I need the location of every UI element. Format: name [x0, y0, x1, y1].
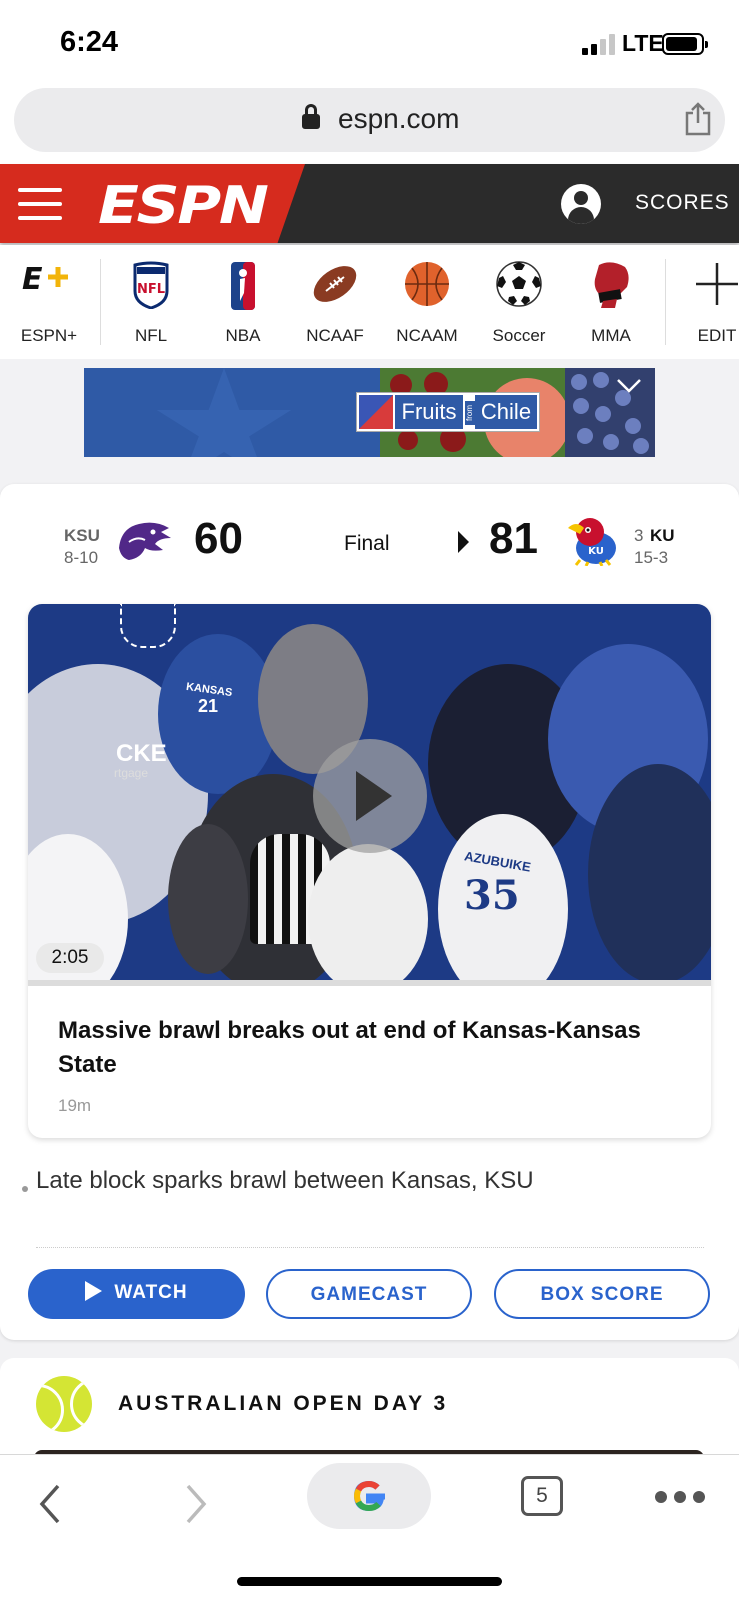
address-bar[interactable]: espn.com: [14, 88, 725, 152]
related-headline-link[interactable]: Late block sparks brawl between Kansas, …: [36, 1167, 534, 1195]
battery-icon: [662, 33, 708, 55]
back-arrow-icon[interactable]: [34, 1482, 68, 1526]
tab-switcher-button[interactable]: 5: [521, 1476, 563, 1516]
network-type: LTE: [622, 30, 664, 56]
video-thumbnail[interactable]: KANSAS 21 CKE rtgage AZUBUIKE 35 2:05: [28, 604, 711, 986]
soccer-ball-icon: [496, 261, 542, 312]
google-icon: [353, 1480, 385, 1512]
nav-label: NCAAF: [306, 326, 364, 345]
lock-icon: [302, 104, 320, 130]
game-status: Final: [344, 532, 390, 555]
espn-logo[interactable]: ESPN: [98, 176, 269, 236]
away-team-abbr[interactable]: KSU: [64, 526, 100, 546]
url-text: espn.com: [338, 103, 460, 134]
bullet-icon: [22, 1186, 28, 1192]
svg-text:NFL: NFL: [137, 282, 165, 297]
arena-banner-text: CKE: [116, 740, 167, 767]
ad-brand-left: Fruits: [395, 395, 463, 429]
nav-label: NBA: [225, 326, 261, 345]
video-duration: 2:05: [36, 943, 104, 973]
play-video-button[interactable]: [313, 739, 427, 853]
nav-label: MMA: [591, 326, 631, 345]
basketball-icon: [404, 261, 450, 312]
advertisement-banner[interactable]: Fruits from Chile: [84, 368, 655, 457]
nav-label: EDIT: [697, 326, 737, 345]
video-title[interactable]: Massive brawl breaks out at end of Kansa…: [58, 1014, 688, 1082]
ad-brand-right: Chile: [475, 395, 537, 429]
video-timestamp: 19m: [58, 1096, 92, 1115]
nav-item-nba[interactable]: NBA: [198, 245, 288, 359]
home-team-abbr[interactable]: KU: [650, 526, 675, 546]
ad-brand-mark: [359, 395, 393, 429]
mma-glove-icon: [589, 261, 633, 314]
away-team-record: 8-10: [64, 548, 99, 567]
status-bar: 6:24 LTE: [0, 0, 739, 88]
away-score: 60: [194, 514, 243, 563]
jersey-21-number: 21: [198, 696, 219, 716]
ad-brand-from: from: [465, 401, 475, 425]
football-icon: [310, 261, 360, 312]
status-time: 6:24: [60, 26, 119, 58]
chevron-down-icon[interactable]: [616, 378, 642, 394]
gamecast-button[interactable]: GAMECAST: [266, 1269, 472, 1319]
divider: [36, 1247, 704, 1248]
browser-toolbar: 5: [0, 1454, 739, 1600]
cellular-signal-icon: [582, 33, 618, 55]
video-progress-track: [28, 980, 711, 986]
ad-star-graphic: [156, 368, 292, 457]
nav-divider: [100, 259, 101, 345]
espn-header: ESPN SCORES: [0, 164, 739, 243]
arena-banner-subtext: rtgage: [114, 766, 149, 780]
nav-label: NCAAM: [396, 326, 458, 345]
jersey-35-number: 35: [464, 872, 520, 919]
nav-item-ncaam[interactable]: NCAAM: [382, 245, 472, 359]
nav-item-edit[interactable]: EDIT: [672, 245, 739, 359]
nav-item-espn-plus[interactable]: E ESPN+: [4, 245, 94, 359]
nav-item-ncaaf[interactable]: NCAAF: [290, 245, 380, 359]
hamburger-menu-icon[interactable]: [18, 188, 62, 220]
nav-item-nfl[interactable]: NFL NFL: [106, 245, 196, 359]
user-profile-icon[interactable]: [561, 184, 601, 224]
nav-label: ESPN+: [20, 326, 78, 345]
espn-plus-icon: E: [22, 261, 76, 300]
home-team-record: 15-3: [634, 548, 669, 567]
game-card: KSU 8-10 60 Final 81 KU 3 KU 15-3 KANSAS…: [0, 484, 739, 1340]
plus-icon: [694, 261, 739, 312]
nav-item-soccer[interactable]: Soccer: [474, 245, 564, 359]
home-indicator[interactable]: [237, 1577, 502, 1586]
kansas-jayhawk-logo-icon[interactable]: KU: [566, 514, 622, 567]
ad-brand-banner: Fruits from Chile: [356, 392, 540, 432]
svg-text:E: E: [22, 262, 43, 295]
svg-text:KU: KU: [588, 546, 604, 557]
watch-button[interactable]: WATCH: [28, 1269, 245, 1319]
section-title: AUSTRALIAN OPEN DAY 3: [118, 1392, 449, 1415]
nav-item-mma[interactable]: MMA: [566, 245, 656, 359]
watch-label: WATCH: [114, 1282, 188, 1303]
scores-link[interactable]: SCORES: [635, 191, 730, 215]
winner-arrow-icon: [458, 531, 469, 553]
forward-arrow-icon[interactable]: [178, 1482, 212, 1526]
sport-nav: E ESPN+ NFL NFL NBA NCAAF NCAAM Soccer M…: [0, 245, 739, 359]
kansas-state-logo-icon[interactable]: [115, 518, 175, 562]
tennis-ball-icon: [36, 1376, 92, 1432]
video-card[interactable]: KANSAS 21 CKE rtgage AZUBUIKE 35 2:05 Ma…: [28, 604, 711, 1138]
nav-divider: [665, 259, 666, 345]
hoop-net: [120, 604, 176, 648]
google-search-button[interactable]: [307, 1463, 431, 1529]
browser-address-area: espn.com: [0, 88, 739, 164]
play-icon: [85, 1281, 103, 1301]
home-team-rank: 3: [634, 526, 644, 545]
nba-icon: [230, 261, 256, 316]
more-options-icon[interactable]: [655, 1491, 705, 1503]
nav-label: Soccer: [492, 326, 546, 345]
home-score: 81: [489, 514, 538, 563]
nav-label: NFL: [134, 326, 168, 345]
nfl-icon: NFL: [131, 261, 171, 314]
box-score-button[interactable]: BOX SCORE: [494, 1269, 710, 1319]
share-icon[interactable]: [684, 102, 712, 136]
